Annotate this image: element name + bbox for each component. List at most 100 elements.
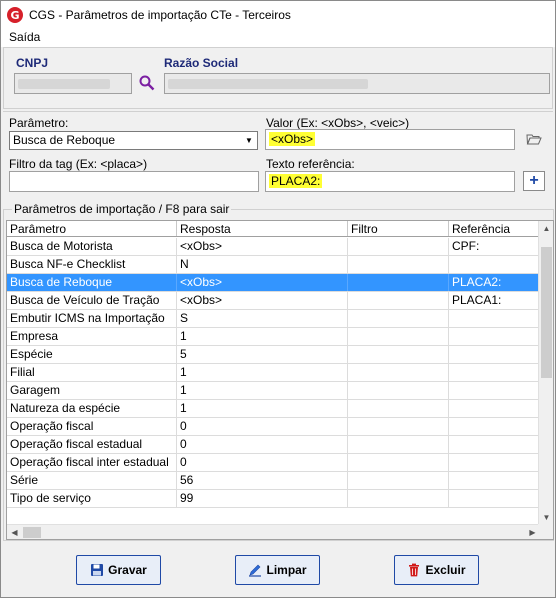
table-row[interactable]: Busca de Motorista <xObs> CPF: xyxy=(7,238,539,256)
table-row[interactable]: Embutir ICMS na Importação S xyxy=(7,310,539,328)
table-cell xyxy=(348,292,449,309)
texto-referencia-value: PLACA2: xyxy=(269,174,323,188)
gravar-button[interactable]: Gravar xyxy=(76,555,161,585)
menu-bar: Saída xyxy=(1,29,555,47)
table-cell xyxy=(348,238,449,255)
menu-item-saida[interactable]: Saída xyxy=(9,30,40,44)
trash-icon xyxy=(407,563,421,577)
table-cell: <xObs> xyxy=(177,292,348,309)
table-cell: PLACA2: xyxy=(449,274,539,291)
table-cell xyxy=(449,328,539,345)
table-cell xyxy=(348,490,449,507)
table-cell xyxy=(348,274,449,291)
table-cell: <xObs> xyxy=(177,274,348,291)
title-bar: G CGS - Parâmetros de importação CTe - T… xyxy=(1,1,555,29)
table-cell: 0 xyxy=(177,436,348,453)
horizontal-scroll-thumb[interactable] xyxy=(23,527,41,538)
open-folder-icon[interactable] xyxy=(523,129,545,149)
table-cell xyxy=(348,382,449,399)
table-cell xyxy=(449,454,539,471)
table-row[interactable]: Operação fiscal inter estadual 0 xyxy=(7,454,539,472)
table-row[interactable]: Busca de Reboque <xObs> PLACA2: xyxy=(7,274,539,292)
company-panel: CNPJ Razão Social xyxy=(3,47,553,109)
table-row[interactable]: Tipo de serviço 99 xyxy=(7,490,539,508)
table-cell xyxy=(348,256,449,273)
scroll-down-icon[interactable]: ▼ xyxy=(539,510,553,525)
cgs-logo-icon: G xyxy=(7,7,23,23)
chevron-down-icon[interactable]: ▼ xyxy=(241,132,257,149)
column-header-filtro[interactable]: Filtro xyxy=(348,221,449,236)
table-cell xyxy=(449,472,539,489)
table-cell xyxy=(449,400,539,417)
parameters-grid[interactable]: Parâmetro Resposta Filtro Referência Bus… xyxy=(6,220,554,540)
table-cell: 1 xyxy=(177,364,348,381)
table-cell: Garagem xyxy=(7,382,177,399)
texto-referencia-input[interactable]: PLACA2: xyxy=(265,171,515,192)
table-cell xyxy=(449,346,539,363)
table-row[interactable]: Operação fiscal 0 xyxy=(7,418,539,436)
table-cell xyxy=(449,490,539,507)
table-row[interactable]: Busca de Veículo de Tração <xObs> PLACA1: xyxy=(7,292,539,310)
table-cell: Busca de Motorista xyxy=(7,238,177,255)
scroll-corner xyxy=(538,524,553,539)
table-cell xyxy=(348,418,449,435)
column-header-parametro[interactable]: Parâmetro xyxy=(7,221,177,236)
grid-rows: Busca de Motorista <xObs> CPF: Busca NF-e C… xyxy=(7,238,539,508)
plus-icon[interactable]: + xyxy=(523,171,545,191)
table-cell xyxy=(449,436,539,453)
scroll-up-icon[interactable]: ▲ xyxy=(539,221,553,236)
table-cell: Tipo de serviço xyxy=(7,490,177,507)
valor-input[interactable]: <xObs> xyxy=(265,129,515,150)
razao-social-label: Razão Social xyxy=(164,56,239,70)
filtro-tag-input[interactable] xyxy=(9,171,259,192)
table-row[interactable]: Espécie 5 xyxy=(7,346,539,364)
table-row[interactable]: Filial 1 xyxy=(7,364,539,382)
scroll-left-icon[interactable]: ◀ xyxy=(7,525,22,539)
table-cell xyxy=(348,436,449,453)
parameters-group: Parâmetros de importação / F8 para sair … xyxy=(3,202,554,541)
vertical-scrollbar[interactable]: ▲ ▼ xyxy=(538,221,553,525)
table-cell: Busca de Veículo de Tração xyxy=(7,292,177,309)
table-cell: PLACA1: xyxy=(449,292,539,309)
valor-label: Valor (Ex: <xObs>, <veic>) xyxy=(266,116,410,130)
limpar-button[interactable]: Limpar xyxy=(235,555,320,585)
texto-referencia-label: Texto referência: xyxy=(266,157,355,171)
table-cell: Filial xyxy=(7,364,177,381)
gravar-label: Gravar xyxy=(108,563,147,577)
parametro-select[interactable]: Busca de Reboque ▼ xyxy=(9,131,258,150)
table-cell: Empresa xyxy=(7,328,177,345)
table-cell: 1 xyxy=(177,382,348,399)
valor-input-value: <xObs> xyxy=(269,132,316,146)
table-cell: Natureza da espécie xyxy=(7,400,177,417)
column-header-referencia[interactable]: Referência xyxy=(449,221,539,236)
table-row[interactable]: Operação fiscal estadual 0 xyxy=(7,436,539,454)
table-cell xyxy=(348,328,449,345)
table-cell xyxy=(348,346,449,363)
table-cell: Embutir ICMS na Importação xyxy=(7,310,177,327)
table-row[interactable]: Garagem 1 xyxy=(7,382,539,400)
vertical-scroll-thumb[interactable] xyxy=(541,247,552,378)
excluir-button[interactable]: Excluir xyxy=(394,555,479,585)
table-row[interactable]: Série 56 xyxy=(7,472,539,490)
excluir-label: Excluir xyxy=(425,563,466,577)
table-cell: 1 xyxy=(177,400,348,417)
table-cell: N xyxy=(177,256,348,273)
table-cell: 56 xyxy=(177,472,348,489)
cnpj-field[interactable] xyxy=(14,73,132,94)
table-row[interactable]: Busca NF-e Checklist N xyxy=(7,256,539,274)
table-cell xyxy=(348,364,449,381)
horizontal-scrollbar[interactable]: ◀ ▶ xyxy=(7,524,540,539)
table-cell: Série xyxy=(7,472,177,489)
group-title: Parâmetros de importação / F8 para sair xyxy=(12,202,232,216)
table-row[interactable]: Natureza da espécie 1 xyxy=(7,400,539,418)
table-row[interactable]: Empresa 1 xyxy=(7,328,539,346)
parametro-label: Parâmetro: xyxy=(9,116,69,130)
table-cell: Busca de Reboque xyxy=(7,274,177,291)
table-cell: S xyxy=(177,310,348,327)
column-header-resposta[interactable]: Resposta xyxy=(177,221,348,236)
magnifier-icon[interactable] xyxy=(136,73,158,93)
limpar-label: Limpar xyxy=(266,563,307,577)
table-cell xyxy=(348,454,449,471)
pencil-icon xyxy=(248,563,262,577)
filtro-tag-label: Filtro da tag (Ex: <placa>) xyxy=(9,157,148,171)
